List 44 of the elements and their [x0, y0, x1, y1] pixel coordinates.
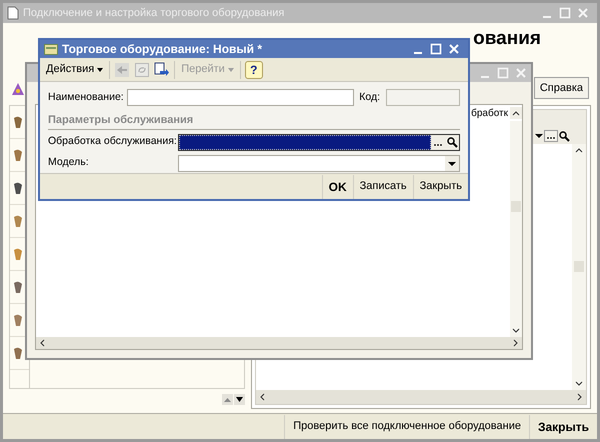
field-label: Обработка обслуживания:	[48, 134, 178, 150]
triangle-icon[interactable]	[11, 82, 25, 96]
select-field[interactable]	[178, 154, 460, 172]
help-button[interactable]: ?	[244, 60, 263, 78]
device-icon[interactable]	[13, 148, 23, 162]
device-icon[interactable]	[13, 181, 23, 195]
window-title: Торговое оборудование: Новый *	[62, 41, 262, 58]
section-title: Параметры обслуживания	[48, 114, 194, 126]
caret-icon	[97, 68, 104, 72]
select-field[interactable]	[178, 134, 460, 150]
device-icon[interactable]	[13, 115, 23, 129]
horizontal-scrollbar[interactable]	[36, 337, 522, 349]
vertical-scrollbar[interactable]	[510, 121, 522, 337]
caret-icon	[228, 68, 234, 72]
scroll-down-icon[interactable]	[234, 394, 245, 404]
help-button[interactable]: Справка	[534, 77, 589, 99]
go-to-icon[interactable]	[154, 62, 170, 78]
vertical-scrollbar[interactable]	[572, 144, 586, 390]
device-icon[interactable]	[13, 313, 23, 327]
document-icon	[7, 6, 19, 20]
search-icon[interactable]	[445, 134, 459, 150]
dialog-button[interactable]: OK	[322, 174, 353, 198]
dialog-button[interactable]: Записать	[352, 174, 413, 198]
device-icon[interactable]	[13, 346, 23, 360]
scroll-thumb[interactable]	[510, 201, 522, 213]
name-field[interactable]	[126, 89, 354, 106]
dropdown-icon[interactable]	[445, 156, 459, 170]
field-label: Модель:	[48, 155, 90, 170]
column-header[interactable]: бработк	[471, 106, 510, 120]
ellipsis-icon[interactable]	[431, 134, 445, 150]
footer-button[interactable]: Закрыть	[528, 414, 597, 438]
footer-button[interactable]: Проверить все подключенное оборудование	[284, 414, 529, 438]
menu-button[interactable]: Действия	[44, 60, 106, 80]
scroll-thumb[interactable]	[573, 261, 585, 273]
field-label: Наименование:	[48, 90, 125, 105]
field-label: Код:	[358, 90, 381, 105]
page-heading: ования	[473, 26, 541, 50]
folder-icon	[44, 44, 58, 54]
device-icon[interactable]	[13, 280, 23, 294]
search-icon[interactable]	[558, 130, 570, 142]
dialog-button[interactable]: Закрыть	[412, 174, 468, 198]
ellipsis-icon[interactable]	[544, 130, 558, 142]
code-field[interactable]	[386, 89, 460, 106]
horizontal-scrollbar[interactable]	[256, 390, 586, 404]
